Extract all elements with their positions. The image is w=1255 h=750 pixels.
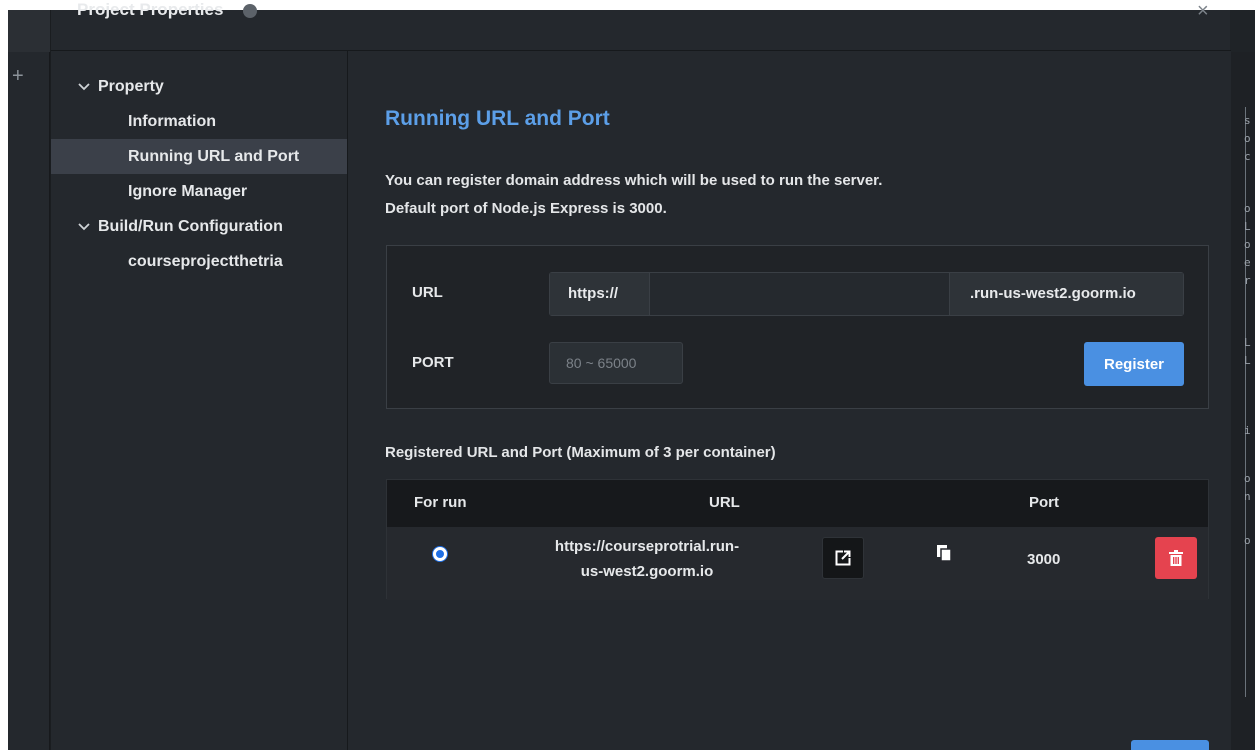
tree-item-build-run-configuration[interactable]: Build/Run Configuration xyxy=(51,209,347,244)
external-link-icon xyxy=(835,550,851,566)
dialog-header: Project Properties × xyxy=(51,0,1231,51)
add-tab-icon[interactable]: + xyxy=(12,66,24,86)
code-fragment: i xyxy=(1244,424,1251,437)
tree-item-running-url-and-port[interactable]: Running URL and Port xyxy=(51,139,347,174)
registered-port: 3000 xyxy=(1027,551,1061,568)
code-fragment: o xyxy=(1244,238,1251,251)
tree-item-label: Running URL and Port xyxy=(128,147,300,165)
ide-gutter-top xyxy=(8,10,50,52)
tree-item-ignore-manager[interactable]: Ignore Manager xyxy=(51,174,347,209)
open-external-button[interactable] xyxy=(822,537,864,579)
tree-item-courseprojectthetria[interactable]: courseprojectthetria xyxy=(51,244,347,279)
code-fragment: r xyxy=(1244,274,1251,287)
ide-gutter xyxy=(8,52,50,750)
dialog-title: Project Properties xyxy=(77,0,224,19)
description-line-1: You can register domain address which wi… xyxy=(385,172,883,189)
code-fragment: c xyxy=(1244,150,1251,163)
description-line-2: Default port of Node.js Express is 3000. xyxy=(385,200,667,217)
port-label: PORT xyxy=(412,354,454,371)
code-fragment: s xyxy=(1244,114,1251,127)
registered-url: https://courseprotrial.run- us-west2.goo… xyxy=(529,534,765,584)
registered-title: Registered URL and Port (Maximum of 3 pe… xyxy=(385,444,776,461)
header-port: Port xyxy=(1029,494,1059,511)
chevron-down-icon xyxy=(78,80,98,94)
registered-table: For run URL Port https://courseprotrial.… xyxy=(386,479,1209,600)
delete-button[interactable] xyxy=(1155,537,1197,579)
section-title: Running URL and Port xyxy=(385,107,610,130)
code-fragment: L xyxy=(1244,220,1251,233)
url-prefix: https:// xyxy=(550,273,650,315)
code-fragment: n xyxy=(1244,490,1251,503)
chevron-down-icon xyxy=(78,220,98,234)
code-fragment: e xyxy=(1244,256,1251,269)
trash-icon xyxy=(1169,550,1183,566)
footer-button[interactable] xyxy=(1131,740,1209,750)
port-input[interactable] xyxy=(549,342,683,384)
tree-item-information[interactable]: Information xyxy=(51,104,347,139)
code-fragment: o xyxy=(1244,472,1251,485)
url-label: URL xyxy=(412,284,443,301)
close-icon[interactable]: × xyxy=(1197,0,1209,23)
table-header: For run URL Port xyxy=(387,480,1208,527)
tree-item-label: Ignore Manager xyxy=(128,182,248,200)
code-fragment: o xyxy=(1244,534,1251,547)
tree-item-label: courseprojectthetria xyxy=(128,252,283,270)
tree-item-label: Information xyxy=(128,112,216,130)
code-fragment: L xyxy=(1244,354,1251,367)
header-url: URL xyxy=(709,494,740,511)
register-button[interactable]: Register xyxy=(1084,342,1184,386)
tree-item-label: Property xyxy=(98,77,164,95)
editor-guide-line xyxy=(1245,107,1246,697)
header-for-run: For run xyxy=(414,494,467,511)
tree-item-label: Build/Run Configuration xyxy=(98,217,283,235)
table-row: https://courseprotrial.run- us-west2.goo… xyxy=(387,527,1208,600)
properties-sidebar: Property Information Running URL and Por… xyxy=(51,51,348,750)
project-properties-dialog: Project Properties × Property Informatio… xyxy=(50,0,1231,750)
registered-url-line-1: https://courseprotrial.run- xyxy=(554,538,740,555)
code-fragment: o xyxy=(1244,132,1251,145)
copy-icon[interactable] xyxy=(936,544,952,562)
code-editor-edge: s o c o L o e r L L i o n o xyxy=(1230,52,1255,750)
url-subdomain-input[interactable] xyxy=(650,273,949,315)
code-fragment: o xyxy=(1244,202,1251,215)
tree-item-property[interactable]: Property xyxy=(51,69,347,104)
code-fragment: L xyxy=(1244,336,1251,349)
main-panel: Running URL and Port You can register do… xyxy=(349,51,1231,750)
info-icon[interactable] xyxy=(243,4,257,18)
register-form: URL https:// .run-us-west2.goorm.io PORT… xyxy=(386,245,1209,409)
url-suffix: .run-us-west2.goorm.io xyxy=(949,273,1183,315)
registered-url-line-2: us-west2.goorm.io xyxy=(580,563,714,580)
url-input-group: https:// .run-us-west2.goorm.io xyxy=(549,272,1184,316)
for-run-radio[interactable] xyxy=(433,547,447,561)
